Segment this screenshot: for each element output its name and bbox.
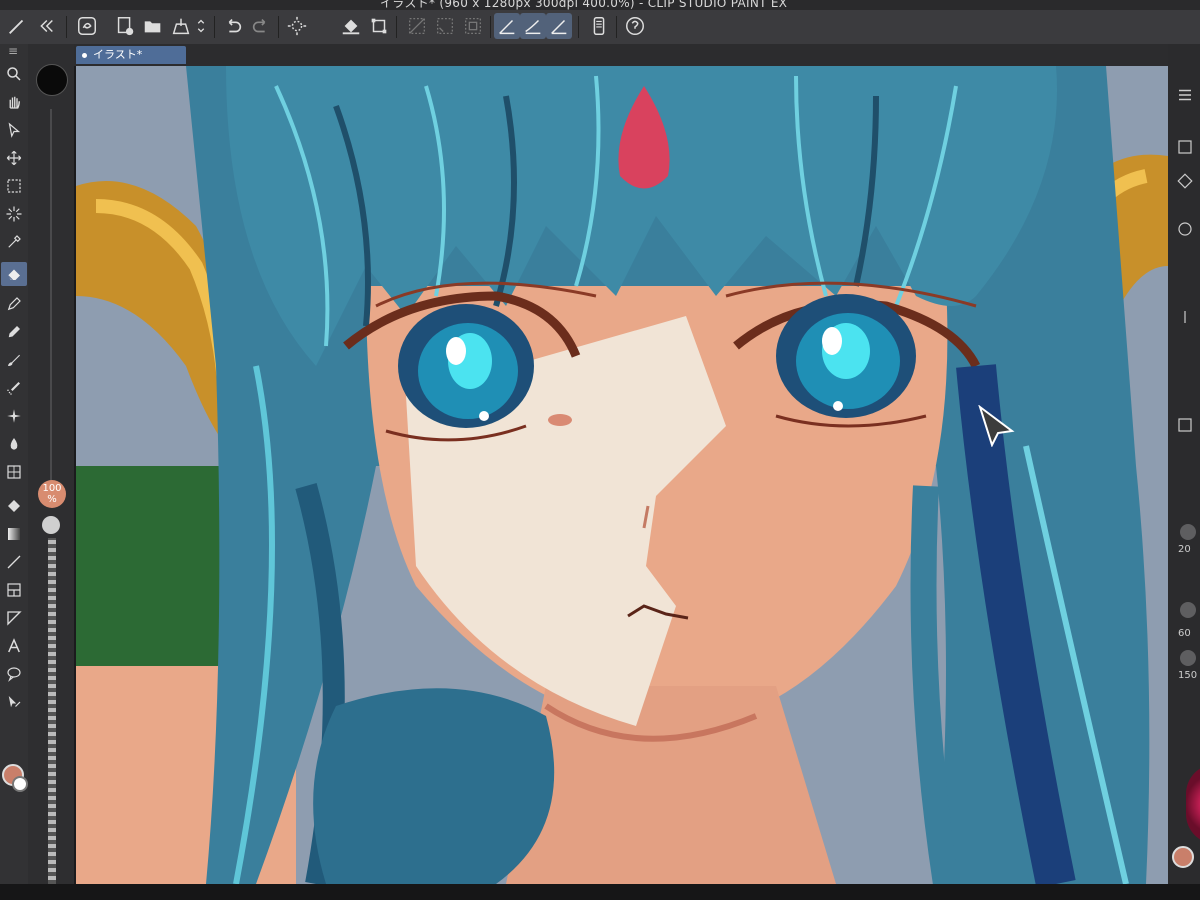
bottom-bar [0,884,1200,900]
collapse-icon[interactable] [32,13,58,39]
zoom-icon[interactable] [1,62,27,86]
transform-icon[interactable] [366,13,392,39]
sub-color-swatch[interactable] [12,776,28,792]
auto-select-icon[interactable] [1,202,27,226]
settings-icon[interactable] [1174,136,1196,158]
canvas-tab[interactable]: イラスト* [76,46,186,64]
brush-size-label-20: 20 [1178,544,1191,555]
brush-size-preset[interactable] [1180,524,1196,540]
opacity-slider-handle[interactable] [42,516,60,534]
save-icon[interactable] [168,13,194,39]
selection-icon[interactable] [1,174,27,198]
balloon-icon[interactable] [1,662,27,686]
gradient-fill-icon[interactable] [1,494,27,518]
open-file-icon[interactable] [140,13,166,39]
canvas-tab-bar: イラスト* [0,44,1200,66]
sub-view-icon[interactable] [1174,218,1196,240]
decoration-icon[interactable] [1,404,27,428]
navigator-icon[interactable] [1174,414,1196,436]
pencil-stroke-icon[interactable] [546,13,572,39]
color-wheel[interactable] [1186,764,1200,844]
redo-icon[interactable] [248,13,274,39]
color-swatches[interactable] [2,764,28,804]
brush-size-label-60: 60 [1178,628,1191,639]
gradient-icon[interactable] [1,522,27,546]
smartphone-icon[interactable] [586,13,612,39]
frame-icon[interactable] [1,578,27,602]
pencil-icon[interactable] [1,320,27,344]
undo-icon[interactable] [220,13,246,39]
current-color-swatch[interactable] [1172,846,1194,868]
hand-icon[interactable] [1,90,27,114]
fill-tool-icon[interactable] [1,460,27,484]
move-layer-icon[interactable] [1,146,27,170]
brush-size-preset[interactable] [1180,650,1196,666]
object-icon[interactable] [1,118,27,142]
ruler-icon[interactable] [1,606,27,630]
pointer-cursor-icon [978,404,1016,451]
brush-size-slider[interactable] [50,109,52,499]
eyedropper-icon[interactable] [1,230,27,254]
help-icon[interactable] [622,13,648,39]
opacity-value: 100 % [38,480,66,508]
opacity-slider[interactable] [48,538,56,888]
brush-stroke-icon[interactable] [520,13,546,39]
text-icon[interactable] [1,634,27,658]
clear-icon[interactable] [284,13,310,39]
new-file-icon[interactable] [112,13,138,39]
brush-size-preview[interactable] [36,64,68,96]
eraser-icon[interactable] [1,262,27,286]
brush-size-label-150: 150 [1178,670,1198,681]
title-bar: イラスト* (960 x 1280px 300dpi 400.0%) - CLI… [0,0,1200,10]
palette-menu-icon[interactable]: ≡ [8,44,18,58]
snap-ruler-icon[interactable] [432,13,458,39]
save-dropdown-icon[interactable] [194,13,208,39]
right-panel: 20 60 150 [1168,44,1200,900]
pen-icon[interactable] [1,292,27,316]
command-bar [0,10,1200,44]
fill-icon[interactable] [338,13,364,39]
layer-icon[interactable] [1174,170,1196,192]
brush-icon[interactable] [1,348,27,372]
figure-icon[interactable] [1,550,27,574]
pen-stroke-icon[interactable] [494,13,520,39]
brush-size-panel: 100 % [28,44,74,900]
clip-studio-icon[interactable] [74,13,100,39]
brush-size-preset[interactable] [1180,602,1196,618]
snap-grid-icon[interactable] [460,13,486,39]
hide-selection-icon[interactable] [404,13,430,39]
correct-line-icon[interactable] [1,690,27,714]
tool-palette: ≡ [0,44,28,900]
airbrush-icon[interactable] [1,376,27,400]
illustration [76,66,1168,884]
brush-settings-icon[interactable] [4,13,30,39]
palette-menu-icon[interactable] [1174,84,1196,106]
blend-icon[interactable] [1,432,27,456]
brush-size-icon[interactable] [1174,306,1196,328]
drawing-canvas[interactable] [76,66,1168,884]
